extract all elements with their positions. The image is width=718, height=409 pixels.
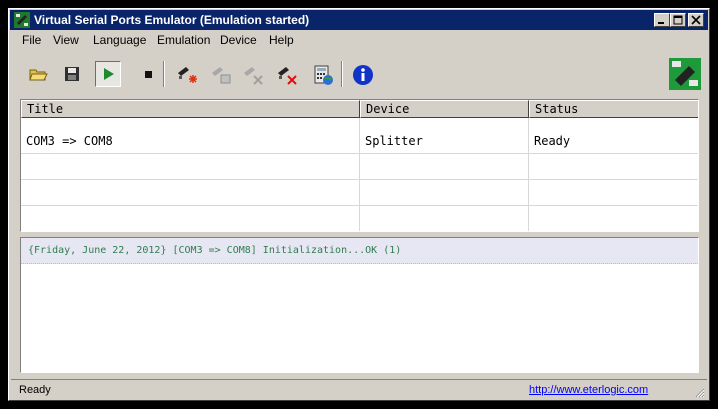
device-list[interactable]: Title Device Status COM3 => COM8 Splitte… <box>20 99 699 232</box>
minimize-icon <box>658 22 664 24</box>
column-header-status[interactable]: Status <box>529 100 698 118</box>
toolbar <box>11 53 707 93</box>
row-status-cell: Ready <box>534 134 571 148</box>
edit-device-icon <box>212 67 231 84</box>
website-link[interactable]: http://www.eterlogic.com <box>529 384 648 396</box>
menu-view[interactable]: View <box>53 33 79 47</box>
log-entry-text: {Friday, June 22, 2012} [COM3 => COM8] I… <box>28 245 402 256</box>
about-button[interactable] <box>349 61 375 87</box>
app-icon[interactable] <box>14 12 30 28</box>
close-icon <box>691 15 701 25</box>
row-title-cell: COM3 => COM8 <box>26 134 113 148</box>
main-window: Virtual Serial Ports Emulator (Emulation… <box>8 8 710 401</box>
delete-device-button[interactable] <box>273 61 299 87</box>
start-emulation-button[interactable] <box>95 61 121 87</box>
create-device-icon <box>178 67 197 83</box>
calculator-icon <box>314 65 333 85</box>
remove-device-button[interactable] <box>239 61 265 87</box>
status-text: Ready <box>19 384 51 396</box>
column-header-title[interactable]: Title <box>21 100 360 118</box>
minimize-button[interactable] <box>654 13 670 27</box>
status-bar: Ready http://www.eterlogic.com <box>11 379 707 399</box>
menu-bar: File View Language Emulation Device Help <box>11 31 707 50</box>
menu-file[interactable]: File <box>22 33 41 47</box>
grid-line <box>528 118 529 231</box>
grid-line <box>21 179 698 180</box>
grid-line <box>21 231 698 232</box>
menu-language[interactable]: Language <box>93 33 146 47</box>
stop-emulation-button[interactable] <box>135 61 161 87</box>
menu-device[interactable]: Device <box>220 33 257 47</box>
resize-grip-icon[interactable] <box>693 385 705 398</box>
log-entry: {Friday, June 22, 2012} [COM3 => COM8] I… <box>21 238 698 264</box>
device-brand-icon <box>669 58 701 90</box>
row-device-cell: Splitter <box>365 134 423 148</box>
play-icon <box>104 68 114 80</box>
calculator-button[interactable] <box>309 61 335 87</box>
delete-device-icon <box>278 67 297 85</box>
close-button[interactable] <box>688 13 704 27</box>
menu-emulation[interactable]: Emulation <box>157 33 210 47</box>
grid-line <box>21 205 698 206</box>
maximize-icon <box>673 15 683 25</box>
open-folder-icon <box>29 69 48 81</box>
info-icon <box>353 65 373 85</box>
toolbar-separator <box>163 61 165 87</box>
maximize-button[interactable] <box>670 13 686 27</box>
brand-logo <box>669 58 701 90</box>
save-button[interactable] <box>59 61 85 87</box>
log-pane[interactable]: {Friday, June 22, 2012} [COM3 => COM8] I… <box>20 237 699 373</box>
menu-help[interactable]: Help <box>269 33 294 47</box>
stop-icon <box>145 71 152 78</box>
open-button[interactable] <box>25 61 51 87</box>
title-bar[interactable]: Virtual Serial Ports Emulator (Emulation… <box>10 10 708 30</box>
save-icon <box>65 67 79 81</box>
window-title: Virtual Serial Ports Emulator (Emulation… <box>34 13 310 27</box>
remove-device-icon <box>244 67 263 85</box>
edit-device-button[interactable] <box>207 61 233 87</box>
column-header-device[interactable]: Device <box>360 100 529 118</box>
create-device-button[interactable] <box>173 61 199 87</box>
toolbar-separator <box>341 61 343 87</box>
grid-line <box>21 153 698 154</box>
grid-line <box>359 118 360 231</box>
